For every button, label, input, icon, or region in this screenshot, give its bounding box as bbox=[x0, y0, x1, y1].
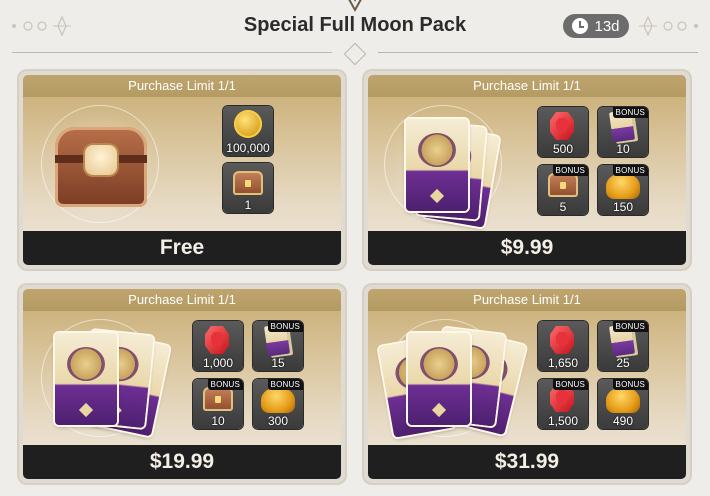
gold-pile-icon bbox=[261, 387, 295, 413]
card-pack-icon bbox=[408, 333, 470, 425]
reward-item-cards[interactable]: BONUS 10 bbox=[598, 107, 648, 157]
reward-item-chest[interactable]: BONUS 10 bbox=[193, 379, 243, 429]
reward-qty: 150 bbox=[612, 200, 634, 214]
reward-qty: 1,000 bbox=[202, 356, 234, 370]
bonus-badge: BONUS bbox=[612, 165, 648, 176]
stopwatch-icon bbox=[572, 18, 589, 34]
card-pack-icon bbox=[406, 119, 468, 211]
reward-item-gems[interactable]: 500 bbox=[538, 107, 588, 157]
purchase-limit-label: Purchase Limit 1/1 bbox=[368, 75, 686, 97]
reward-qty: 1,650 bbox=[547, 356, 579, 370]
reward-item-gold[interactable]: BONUS 300 bbox=[253, 379, 303, 429]
bonus-badge: BONUS bbox=[267, 321, 303, 332]
reward-qty: 500 bbox=[552, 142, 574, 156]
purchase-limit-label: Purchase Limit 1/1 bbox=[368, 289, 686, 311]
reward-qty: 100,000 bbox=[226, 141, 270, 155]
bonus-badge: BONUS bbox=[267, 379, 303, 390]
price-button[interactable]: $9.99 bbox=[368, 231, 686, 265]
reward-item-gold[interactable]: BONUS 490 bbox=[598, 379, 648, 429]
purchase-limit-label: Purchase Limit 1/1 bbox=[23, 75, 341, 97]
treasure-chest-icon bbox=[55, 127, 147, 207]
reward-item-chest[interactable]: BONUS 5 bbox=[538, 165, 588, 215]
ruby-gem-icon bbox=[205, 326, 229, 354]
ruby-gem-icon bbox=[550, 112, 574, 140]
bonus-badge: BONUS bbox=[552, 165, 588, 176]
timer-value: 13d bbox=[594, 17, 620, 35]
ornament-right-icon bbox=[639, 16, 698, 36]
reward-item-gold[interactable]: 100,000 bbox=[223, 106, 273, 156]
reward-item-gems[interactable]: 1,000 bbox=[193, 321, 243, 371]
bonus-badge: BONUS bbox=[612, 379, 648, 390]
pack-card-31-99[interactable]: Purchase Limit 1/1 1,650 BONUS 25 BONUS … bbox=[364, 285, 690, 483]
reward-qty: 10 bbox=[211, 414, 225, 428]
price-button[interactable]: $31.99 bbox=[368, 445, 686, 479]
pack-card-free[interactable]: Purchase Limit 1/1 100,000 1 Free bbox=[19, 71, 345, 269]
reward-qty: 1 bbox=[244, 198, 252, 212]
treasure-chest-icon bbox=[203, 387, 233, 411]
reward-item-gold[interactable]: BONUS 150 bbox=[598, 165, 648, 215]
reward-qty: 1,500 bbox=[547, 414, 579, 428]
bonus-badge: BONUS bbox=[552, 379, 588, 390]
timer-badge: 13d bbox=[563, 14, 629, 38]
price-button[interactable]: Free bbox=[23, 231, 341, 265]
divider bbox=[12, 52, 332, 53]
reward-item-gems[interactable]: 1,650 bbox=[538, 321, 588, 371]
reward-item-gems-bonus[interactable]: BONUS 1,500 bbox=[538, 379, 588, 429]
ruby-gem-icon bbox=[550, 326, 574, 354]
gold-pile-icon bbox=[606, 173, 640, 199]
reward-qty: 300 bbox=[267, 414, 289, 428]
bonus-badge: BONUS bbox=[612, 107, 648, 118]
reward-qty: 490 bbox=[612, 414, 634, 428]
price-button[interactable]: $19.99 bbox=[23, 445, 341, 479]
pack-card-19-99[interactable]: Purchase Limit 1/1 1,000 BONUS 15 BONUS … bbox=[19, 285, 345, 483]
gold-coin-icon bbox=[234, 110, 262, 138]
pack-card-9-99[interactable]: Purchase Limit 1/1 500 BONUS 10 BONUS 5 … bbox=[364, 71, 690, 269]
divider bbox=[378, 52, 698, 53]
header: Special Full Moon Pack 13d bbox=[0, 0, 710, 66]
reward-qty: 5 bbox=[559, 200, 567, 214]
purchase-limit-label: Purchase Limit 1/1 bbox=[23, 289, 341, 311]
divider-diamond-icon bbox=[343, 42, 367, 66]
bonus-badge: BONUS bbox=[612, 321, 648, 332]
reward-qty: 10 bbox=[616, 142, 630, 156]
reward-item-cards[interactable]: BONUS 25 bbox=[598, 321, 648, 371]
reward-item-chest[interactable]: 1 bbox=[223, 163, 273, 213]
treasure-chest-icon bbox=[548, 173, 578, 197]
reward-qty: 25 bbox=[616, 356, 630, 370]
gold-pile-icon bbox=[606, 387, 640, 413]
crest-icon bbox=[348, 0, 362, 13]
bonus-badge: BONUS bbox=[207, 379, 243, 390]
treasure-chest-icon bbox=[233, 171, 263, 195]
reward-qty: 15 bbox=[271, 356, 285, 370]
reward-item-cards[interactable]: BONUS 15 bbox=[253, 321, 303, 371]
card-pack-icon bbox=[55, 333, 117, 425]
